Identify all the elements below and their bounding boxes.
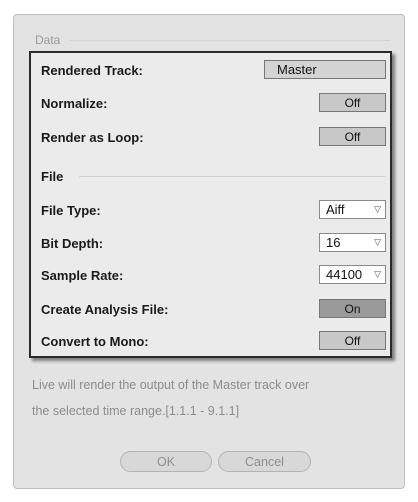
convert-to-mono-toggle[interactable]: Off [319, 331, 386, 350]
chevron-down-icon: ▽ [374, 237, 381, 247]
rendered-track-field[interactable]: Master [264, 60, 386, 79]
file-type-value: Aiff [326, 202, 345, 217]
create-analysis-file-toggle[interactable]: On [319, 299, 386, 318]
file-type-row: File Type: Aiff ▽ [41, 199, 386, 221]
convert-to-mono-row: Convert to Mono: Off [41, 330, 386, 352]
data-section-title: Data [35, 33, 61, 47]
sample-rate-select[interactable]: 44100 ▽ [319, 265, 386, 284]
data-section-divider [70, 39, 390, 41]
file-section-title: File [41, 168, 64, 184]
sample-rate-row: Sample Rate: 44100 ▽ [41, 264, 386, 286]
chevron-down-icon: ▽ [374, 204, 381, 214]
normalize-row: Normalize: Off [41, 92, 386, 114]
render-as-loop-toggle[interactable]: Off [319, 127, 386, 146]
bit-depth-row: Bit Depth: 16 ▽ [41, 232, 386, 254]
rendered-track-label: Rendered Track: [41, 62, 143, 78]
chevron-down-icon: ▽ [374, 269, 381, 279]
convert-to-mono-label: Convert to Mono: [41, 333, 149, 349]
bit-depth-select[interactable]: 16 ▽ [319, 233, 386, 252]
render-settings-panel: Rendered Track: Master Normalize: Off Re… [29, 51, 392, 358]
file-section-header: File [41, 168, 386, 184]
file-type-select[interactable]: Aiff ▽ [319, 200, 386, 219]
create-analysis-file-label: Create Analysis File: [41, 301, 169, 317]
cancel-button[interactable]: Cancel [218, 451, 311, 472]
sample-rate-label: Sample Rate: [41, 267, 124, 283]
normalize-toggle[interactable]: Off [319, 93, 386, 112]
file-section-divider [79, 175, 386, 177]
bit-depth-label: Bit Depth: [41, 235, 104, 251]
ok-button[interactable]: OK [120, 451, 212, 472]
file-type-label: File Type: [41, 202, 101, 218]
render-info-text: Live will render the output of the Maste… [32, 372, 400, 424]
data-section-header: Data [35, 32, 390, 48]
render-as-loop-label: Render as Loop: [41, 129, 144, 145]
normalize-label: Normalize: [41, 95, 108, 111]
sample-rate-value: 44100 [326, 267, 363, 282]
render-info-line-2: the selected time range.[1.1.1 - 9.1.1] [32, 404, 240, 418]
create-analysis-file-row: Create Analysis File: On [41, 298, 386, 320]
bit-depth-value: 16 [326, 235, 341, 250]
render-info-line-1: Live will render the output of the Maste… [32, 378, 310, 392]
render-as-loop-row: Render as Loop: Off [41, 126, 386, 148]
rendered-track-row: Rendered Track: Master [41, 59, 386, 81]
